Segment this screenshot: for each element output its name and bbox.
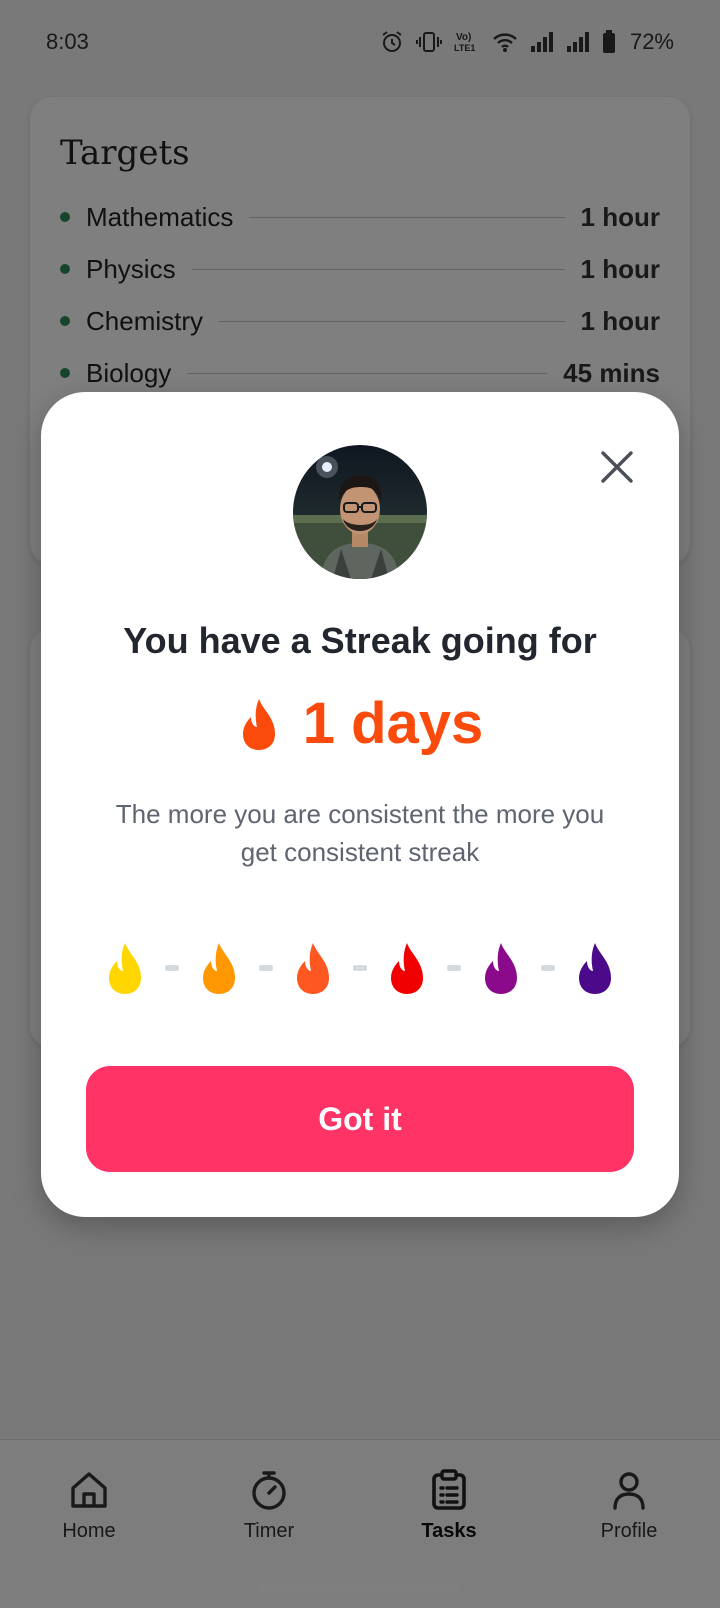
fire-icon <box>242 698 275 750</box>
flame-icon <box>579 943 611 994</box>
got-it-button[interactable]: Got it <box>86 1066 634 1172</box>
streak-level-connector <box>165 965 179 971</box>
streak-description: The more you are consistent the more you… <box>115 799 605 867</box>
streak-levels <box>41 940 679 996</box>
streak-level-connector <box>541 965 555 971</box>
streak-heading: You have a Streak going for <box>123 620 597 661</box>
avatar <box>293 445 427 579</box>
flame-icon <box>203 943 235 994</box>
close-icon <box>601 451 633 483</box>
streak-count-text: 1 days <box>302 691 484 756</box>
streak-level-connector <box>353 965 367 971</box>
flame-icon <box>297 943 329 994</box>
flame-icon <box>109 943 141 994</box>
streak-level-connector <box>259 965 273 971</box>
close-button[interactable] <box>592 442 642 492</box>
flame-icon <box>391 943 423 994</box>
streak-count: 1 days <box>41 690 679 757</box>
streak-level-connector <box>447 965 461 971</box>
flame-icon <box>485 943 517 994</box>
